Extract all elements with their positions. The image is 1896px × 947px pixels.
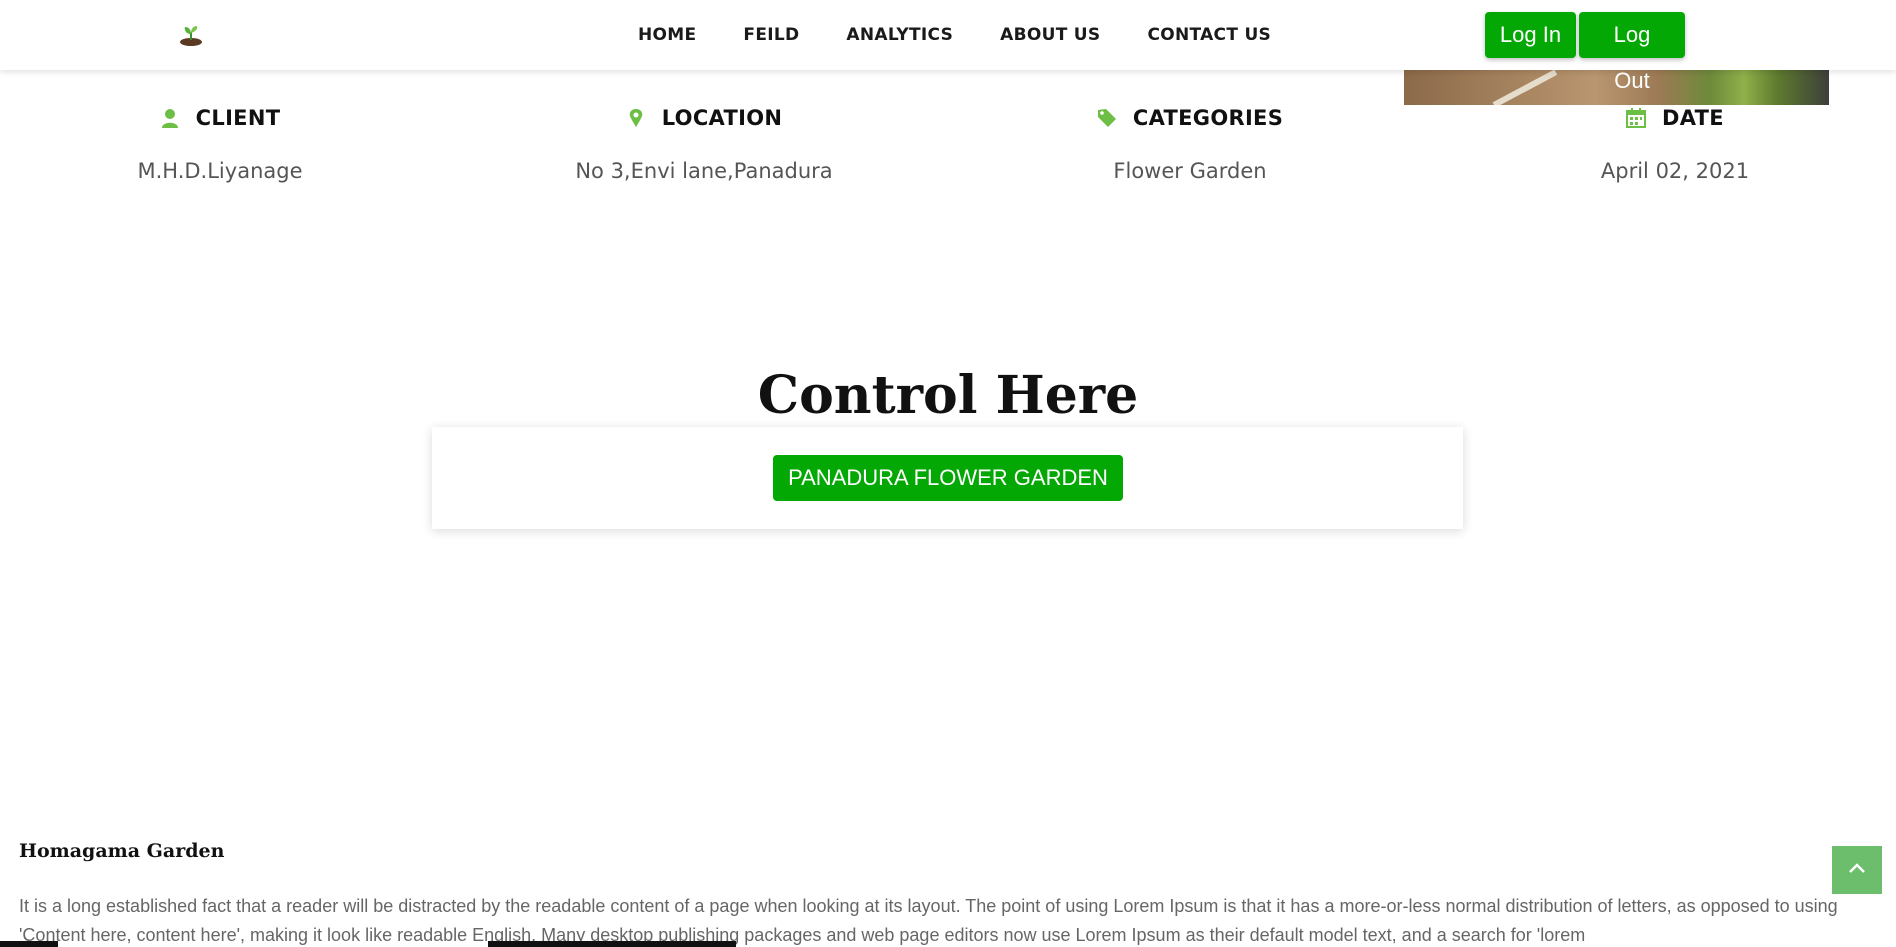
client-label: CLIENT [195, 106, 281, 130]
client-value: M.H.D.Liyanage [137, 159, 303, 183]
date-value: April 02, 2021 [1600, 159, 1750, 183]
nav-contact-us[interactable]: CONTACT US [1147, 25, 1271, 45]
garden-name: Homagama Garden [19, 840, 225, 862]
info-location: LOCATION No 3,Envi lane,Panadura [544, 104, 864, 183]
info-client: CLIENT M.H.D.Liyanage [100, 104, 340, 183]
tag-icon [1097, 108, 1117, 128]
logout-button[interactable]: Log Out [1579, 12, 1685, 93]
nav-home[interactable]: HOME [638, 25, 696, 45]
categories-value: Flower Garden [1113, 159, 1267, 183]
info-categories: CATEGORIES Flower Garden [1070, 104, 1310, 183]
user-icon [160, 108, 180, 128]
location-value: No 3,Envi lane,Panadura [575, 159, 833, 183]
control-title: Control Here [757, 365, 1139, 426]
nav-about-us[interactable]: ABOUT US [1000, 25, 1100, 45]
map-pin-icon [626, 108, 646, 128]
main-nav: HOME FEILD ANALYTICS ABOUT US CONTACT US [638, 0, 1318, 70]
nav-analytics[interactable]: ANALYTICS [846, 25, 953, 45]
chevron-up-icon [1848, 861, 1866, 879]
bottom-bar [0, 941, 1896, 947]
login-button[interactable]: Log In [1485, 12, 1576, 58]
categories-label: CATEGORIES [1132, 106, 1284, 130]
date-label: DATE [1662, 106, 1724, 130]
site-header: HOME FEILD ANALYTICS ABOUT US CONTACT US… [0, 0, 1896, 93]
control-card: PANADURA FLOWER GARDEN [432, 427, 1463, 529]
calendar-icon [1626, 108, 1647, 128]
location-label: LOCATION [661, 106, 783, 130]
back-to-top-button[interactable] [1832, 846, 1882, 894]
seedling-icon[interactable] [178, 24, 204, 46]
panadura-flower-garden-button[interactable]: PANADURA FLOWER GARDEN [773, 455, 1123, 501]
info-date: DATE April 02, 2021 [1565, 104, 1785, 183]
nav-feild[interactable]: FEILD [743, 25, 799, 45]
garden-description: It is a long established fact that a rea… [19, 896, 1838, 945]
